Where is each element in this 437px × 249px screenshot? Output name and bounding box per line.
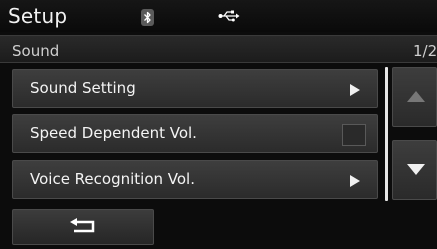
triangle-up-icon xyxy=(407,91,425,102)
speed-dependent-vol-checkbox[interactable] xyxy=(342,124,366,146)
section-header: Sound 1/2 xyxy=(0,35,437,63)
setup-screen: Setup Sound 1/2 Sound Setting Speed Depe… xyxy=(0,0,437,249)
menu-item-label: Speed Dependent Vol. xyxy=(30,124,197,142)
back-arrow-icon xyxy=(70,218,95,233)
back-button[interactable] xyxy=(12,209,154,245)
header-bar: Setup xyxy=(0,0,437,32)
scroll-divider xyxy=(385,67,388,201)
usb-icon xyxy=(218,9,240,27)
page-indicator: 1/2 xyxy=(413,42,437,60)
menu-item-sound-setting[interactable]: Sound Setting xyxy=(12,69,378,108)
bluetooth-icon xyxy=(141,9,154,26)
triangle-down-icon xyxy=(407,164,425,175)
page-title: Setup xyxy=(8,4,68,28)
scroll-up-button[interactable] xyxy=(392,67,437,127)
menu-item-voice-recognition-vol[interactable]: Voice Recognition Vol. xyxy=(12,160,378,199)
menu-item-speed-dependent-vol[interactable]: Speed Dependent Vol. xyxy=(12,114,378,153)
menu-item-label: Sound Setting xyxy=(30,79,136,97)
scroll-down-button[interactable] xyxy=(392,140,437,200)
section-title: Sound xyxy=(12,42,60,60)
chevron-right-icon xyxy=(350,174,360,192)
chevron-right-icon xyxy=(350,83,360,101)
menu-item-label: Voice Recognition Vol. xyxy=(30,170,195,188)
